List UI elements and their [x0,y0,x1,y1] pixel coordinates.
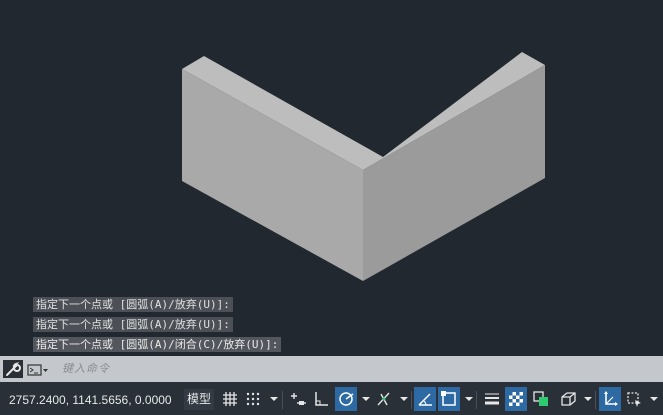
polar-icon[interactable] [335,387,357,411]
chevron-down-icon[interactable] [649,394,659,404]
command-history-line: 指定下一个点或 [圆弧(A)/放弃(U)]: [0,297,663,315]
command-history-line: 指定下一个点或 [圆弧(A)/放弃(U)]: [0,317,663,335]
divider [411,391,412,409]
ortho-icon[interactable] [310,387,332,411]
selection-cycling-icon[interactable] [530,387,552,411]
selection-filter-icon[interactable] [623,387,645,411]
divider [282,391,283,409]
chevron-down-icon[interactable] [464,394,474,404]
coordinate-readout[interactable]: 2757.2400, 1141.5656, 0.0000 [9,390,172,410]
infer-icon[interactable] [287,387,309,411]
command-prompt-icon[interactable] [27,362,49,376]
status-bar: 2757.2400, 1141.5656, 0.0000 模型 [0,382,663,415]
osnap-icon[interactable] [438,387,460,411]
chevron-down-icon[interactable] [269,394,279,404]
chevron-down-icon[interactable] [399,394,409,404]
model-space-button[interactable]: 模型 [184,389,214,410]
chevron-down-icon[interactable] [361,394,371,404]
divider [476,391,477,409]
command-history-line: 指定下一个点或 [圆弧(A)/闭合(C)/放弃(U)]: [0,337,663,355]
dynamic-ucs-icon[interactable] [599,387,621,411]
command-input[interactable]: 键入命令 [62,360,110,378]
divider [595,391,596,409]
lineweight-icon[interactable] [481,387,503,411]
customize-wrench-icon[interactable] [3,360,23,378]
drawing-canvas[interactable]: 指定下一个点或 [圆弧(A)/放弃(U)]: 指定下一个点或 [圆弧(A)/放弃… [0,0,663,356]
snap-icon[interactable] [242,387,264,411]
grid-icon[interactable] [219,387,241,411]
chevron-down-icon[interactable] [583,394,593,404]
object-snap-tracking-icon[interactable] [414,387,436,411]
transparency-icon[interactable] [505,387,527,411]
isodraft-icon[interactable] [373,387,395,411]
solid-right-face [363,65,545,281]
3d-osnap-icon[interactable] [557,387,579,411]
command-line[interactable]: 键入命令 [0,356,663,382]
